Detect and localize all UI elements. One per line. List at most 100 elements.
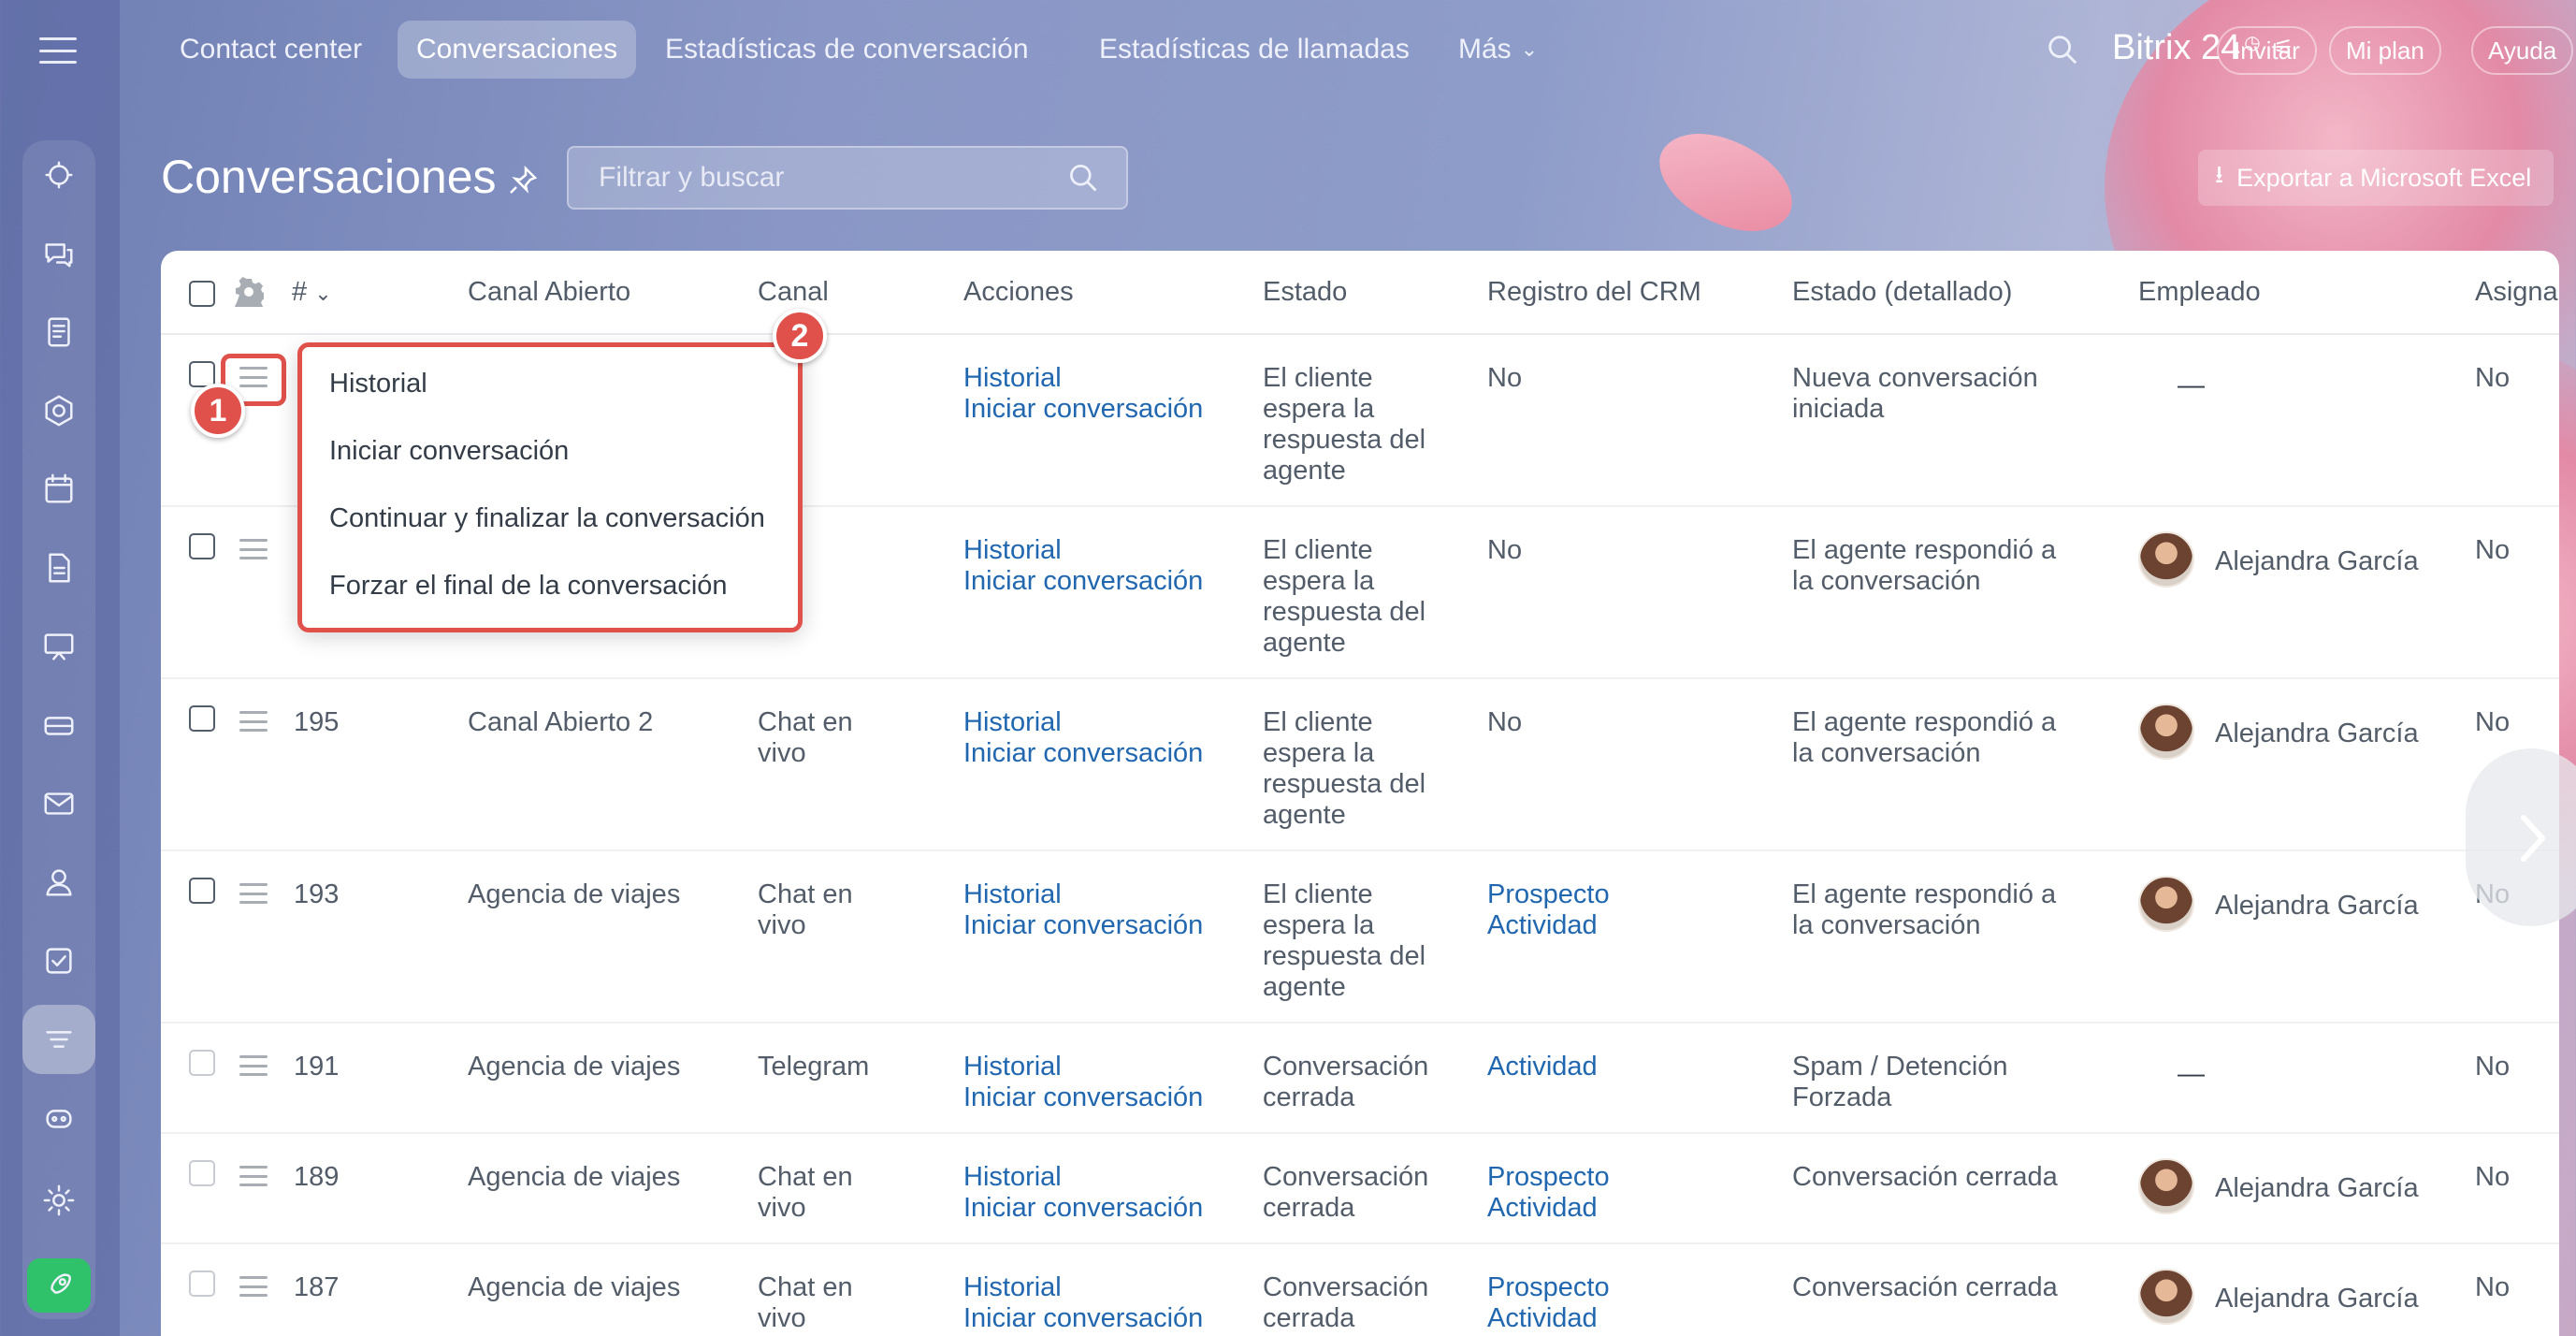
table-row[interactable]: 187 Agencia de viajes Chat en vivo Historial… — [161, 1244, 2559, 1336]
row-actions[interactable]: Historial Iniciar conversación — [963, 535, 1203, 597]
row-menu-icon[interactable] — [239, 883, 268, 904]
search-icon[interactable] — [2045, 32, 2082, 69]
row-crm-line[interactable]: Actividad — [1487, 1193, 1610, 1224]
row-actions[interactable]: Historial Iniciar conversación — [963, 363, 1203, 425]
row-menu-icon[interactable] — [239, 1166, 268, 1186]
row-crm-line[interactable]: Actividad — [1487, 910, 1610, 941]
row-actions-line[interactable]: Historial — [963, 1272, 1203, 1303]
row-checkbox[interactable] — [189, 1271, 215, 1297]
menu-item-continue-finish[interactable]: Continuar y finalizar la conversación — [329, 503, 765, 534]
tab-contact-center[interactable]: Contact center — [161, 21, 381, 79]
avatar[interactable] — [2138, 1158, 2194, 1214]
row-checkbox[interactable] — [189, 1050, 215, 1076]
row-employee-name[interactable]: Alejandra García — [2215, 1284, 2419, 1314]
row-actions-line[interactable]: Historial — [963, 1052, 1203, 1082]
row-actions-line[interactable]: Iniciar conversación — [963, 1082, 1203, 1113]
help-button[interactable]: Ayuda — [2471, 26, 2574, 75]
row-actions[interactable]: Historial Iniciar conversación — [963, 1162, 1203, 1224]
row-actions-line[interactable]: Iniciar conversación — [963, 1303, 1203, 1334]
bot-icon[interactable] — [22, 1083, 95, 1153]
row-actions-line[interactable]: Iniciar conversación — [963, 910, 1203, 941]
row-actions-line[interactable]: Historial — [963, 879, 1203, 910]
column-header-status-detail[interactable]: Estado (detallado) — [1792, 277, 2012, 308]
table-row[interactable]: 191 Agencia de viajes Telegram Historial Ini… — [161, 1024, 2559, 1134]
inbox-icon[interactable] — [22, 690, 95, 760]
scroll-right-arrow[interactable] — [2466, 748, 2576, 926]
row-menu-icon[interactable] — [239, 1276, 268, 1297]
avatar[interactable] — [2138, 704, 2194, 760]
row-menu-icon[interactable] — [239, 711, 268, 732]
export-excel-button[interactable]: ⭳ Exportar a Microsoft Excel — [2198, 150, 2554, 206]
my-plan-button[interactable]: Mi plan — [2329, 26, 2441, 75]
row-actions-line[interactable]: Iniciar conversación — [963, 738, 1203, 769]
row-employee-name[interactable]: Alejandra García — [2215, 719, 2419, 749]
mail-icon[interactable] — [22, 769, 95, 838]
invite-button[interactable]: Invitar — [2217, 26, 2317, 75]
avatar[interactable] — [2138, 531, 2194, 588]
select-all-checkbox[interactable] — [189, 281, 215, 307]
avatar[interactable] — [2138, 1269, 2194, 1325]
feed-icon[interactable] — [22, 140, 95, 210]
row-crm[interactable]: Prospecto Actividad — [1487, 879, 1610, 941]
contacts-icon[interactable] — [22, 848, 95, 917]
row-checkbox[interactable] — [189, 1160, 215, 1186]
row-crm-line[interactable]: Actividad — [1487, 1303, 1610, 1334]
row-crm[interactable]: Actividad — [1487, 1052, 1598, 1082]
menu-item-history[interactable]: Historial — [329, 369, 427, 399]
row-crm-line[interactable]: Prospecto — [1487, 879, 1610, 910]
row-checkbox[interactable] — [189, 533, 215, 559]
row-checkbox[interactable] — [189, 705, 215, 732]
row-actions-line[interactable]: Historial — [963, 1162, 1203, 1193]
column-header-employee[interactable]: Empleado — [2138, 277, 2261, 308]
row-crm[interactable]: Prospecto Actividad — [1487, 1162, 1610, 1224]
row-employee-name[interactable]: Alejandra García — [2215, 1173, 2419, 1204]
table-row[interactable]: 195 Canal Abierto 2 Chat en vivo Historial In… — [161, 679, 2559, 851]
row-actions[interactable]: Historial Iniciar conversación — [963, 879, 1203, 941]
tab-conversation-stats[interactable]: Estadísticas de conversación — [646, 21, 1048, 79]
chat-icon[interactable] — [22, 219, 95, 288]
table-row[interactable]: 193 Agencia de viajes Chat en vivo Historial… — [161, 851, 2559, 1024]
hamburger-menu-icon[interactable] — [39, 37, 77, 64]
row-actions-line[interactable]: Historial — [963, 535, 1203, 566]
avatar[interactable] — [2138, 876, 2194, 932]
row-employee-name[interactable]: Alejandra García — [2215, 891, 2419, 922]
row-actions-line[interactable]: Iniciar conversación — [963, 394, 1203, 425]
row-crm-line[interactable]: Prospecto — [1487, 1162, 1610, 1193]
column-header-status[interactable]: Estado — [1263, 277, 1347, 308]
tab-call-stats[interactable]: Estadísticas de llamadas — [1080, 21, 1428, 79]
documents-icon[interactable] — [22, 298, 95, 367]
row-actions[interactable]: Historial Iniciar conversación — [963, 1272, 1203, 1334]
search-icon[interactable] — [1066, 161, 1102, 196]
pin-icon[interactable] — [507, 165, 539, 196]
settings-gear-icon[interactable] — [22, 1166, 95, 1235]
row-checkbox[interactable] — [189, 878, 215, 904]
row-actions[interactable]: Historial Iniciar conversación — [963, 1052, 1203, 1113]
presentation-icon[interactable] — [22, 612, 95, 681]
row-menu-icon[interactable] — [239, 539, 268, 559]
filter-search-input[interactable] — [569, 148, 1055, 208]
table-row[interactable]: 189 Agencia de viajes Chat en vivo Historial… — [161, 1134, 2559, 1244]
calendar-icon[interactable] — [22, 455, 95, 524]
column-header-open-channel[interactable]: Canal Abierto — [468, 277, 630, 308]
crm-icon[interactable] — [22, 376, 95, 445]
row-actions-line[interactable]: Iniciar conversación — [963, 1193, 1203, 1224]
column-header-actions[interactable]: Acciones — [963, 277, 1074, 308]
row-menu-icon[interactable] — [239, 1055, 268, 1076]
column-header-crm[interactable]: Registro del CRM — [1487, 277, 1701, 308]
menu-item-force-end[interactable]: Forzar el final de la conversación — [329, 571, 728, 602]
column-header-channel[interactable]: Canal — [758, 277, 829, 308]
row-employee-name[interactable]: Alejandra García — [2215, 546, 2419, 577]
row-actions-line[interactable]: Iniciar conversación — [963, 566, 1203, 597]
row-crm-line[interactable]: Actividad — [1487, 1052, 1598, 1082]
table-settings-gear-icon[interactable] — [234, 277, 267, 313]
menu-item-start-conversation[interactable]: Iniciar conversación — [329, 436, 569, 467]
column-header-assigned[interactable]: Asigna — [2475, 277, 2558, 308]
tasks-icon[interactable] — [22, 926, 95, 995]
contact-center-icon[interactable] — [22, 1005, 95, 1074]
rocket-icon[interactable] — [27, 1258, 91, 1313]
row-crm-line[interactable]: Prospecto — [1487, 1272, 1610, 1303]
row-actions-line[interactable]: Historial — [963, 363, 1203, 394]
tab-conversaciones[interactable]: Conversaciones — [398, 21, 637, 79]
tab-more[interactable]: Más ⌄ — [1440, 21, 1556, 79]
row-crm[interactable]: Prospecto Actividad — [1487, 1272, 1610, 1334]
